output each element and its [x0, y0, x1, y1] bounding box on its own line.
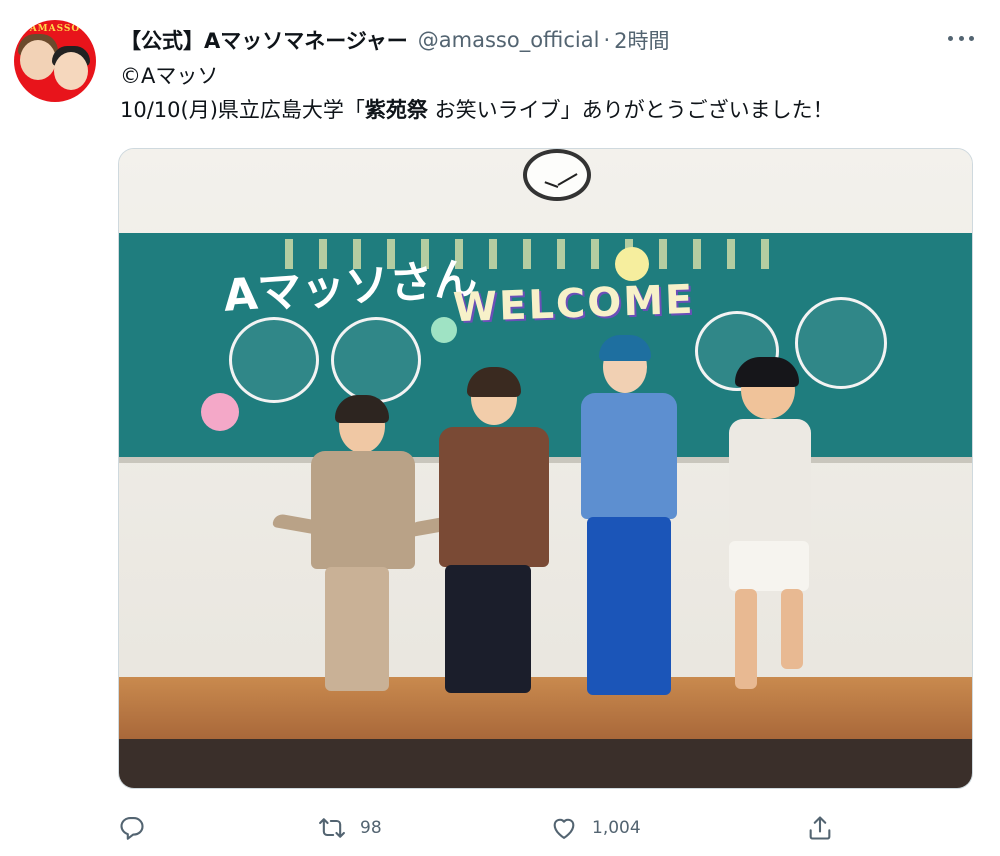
tweet-timestamp[interactable]: 2時間: [614, 25, 669, 55]
heart-icon: [553, 818, 575, 839]
tweet-actions: 98 1,004: [118, 808, 858, 848]
like-button[interactable]: 1,004: [550, 808, 641, 848]
wall-clock: [523, 149, 591, 201]
paper-flower: [615, 247, 649, 281]
tweet-text-line-2: 10/10(月)県立広島大学「紫苑祭 お笑いライブ」ありがとうございました！: [120, 96, 834, 124]
avatar[interactable]: AMASSO: [14, 20, 96, 102]
share-icon: [809, 816, 831, 840]
avatar-face-right: [54, 52, 88, 90]
retweet-count: 98: [360, 818, 382, 838]
avatar-face-left: [20, 40, 56, 80]
person-2: [431, 367, 551, 701]
reply-icon: [120, 817, 144, 840]
user-handle[interactable]: @amasso_official: [418, 28, 600, 52]
chalk-drawing-face-2: [331, 317, 421, 403]
avatar-logo: AMASSO: [29, 24, 81, 34]
person-1: [269, 395, 458, 699]
retweet-icon: [319, 818, 345, 838]
stage-front: [119, 739, 972, 788]
chalk-drawing-face-1: [229, 317, 319, 403]
paper-flower: [201, 393, 239, 431]
reply-button[interactable]: [118, 808, 146, 848]
tweet-photo[interactable]: Aマッソさん WELCOME: [118, 148, 973, 789]
retweet-button[interactable]: 98: [318, 808, 382, 848]
tweet-text-line-1: ©Aマッソ: [120, 64, 219, 88]
person-4: [685, 357, 835, 741]
like-count: 1,004: [592, 818, 641, 838]
separator-dot: ·: [603, 28, 611, 52]
tweet-text-suffix: お笑いライブ」ありがとうございました！: [427, 98, 834, 122]
chalkboard-welcome-text: WELCOME: [452, 276, 696, 332]
person-3: [559, 325, 699, 705]
tweet-header: 【公式】Aマッソマネージャー @amasso_official · 2時間: [120, 26, 960, 54]
paper-flower: [431, 317, 457, 343]
tweet-text-prefix: 10/10(月)県立広島大学「: [120, 98, 365, 122]
share-button[interactable]: [806, 808, 834, 848]
tweet-text-bold: 紫苑祭: [364, 98, 428, 122]
more-options-icon[interactable]: [948, 30, 974, 46]
display-name[interactable]: 【公式】Aマッソマネージャー: [120, 25, 408, 55]
